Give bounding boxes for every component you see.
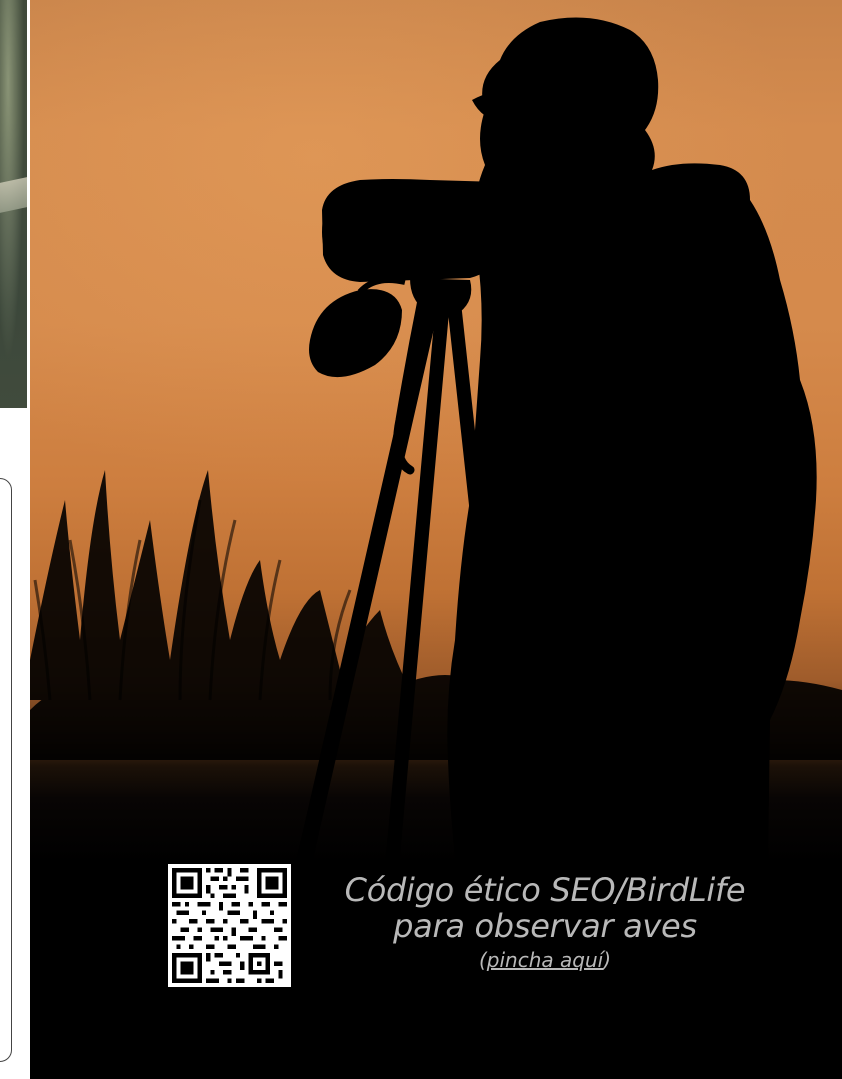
link-paren-close: ) — [603, 948, 612, 972]
ethics-link-line: (pincha aquí) — [310, 946, 780, 974]
ethics-code-caption: Código ético SEO/BirdLife para observar … — [310, 872, 780, 974]
link-paren-open: ( — [478, 948, 487, 972]
ethics-title-line-2: para observar aves — [393, 907, 697, 945]
ethics-credit-block: Código ético SEO/BirdLife para observar … — [30, 0, 842, 1079]
left-edge-strip — [0, 0, 30, 1079]
ethics-code-link[interactable]: pincha aquí — [487, 948, 603, 972]
aerial-photo-thumbnail[interactable] — [0, 0, 27, 408]
ethics-title-line-1: Código ético SEO/BirdLife — [344, 871, 746, 909]
qr-code-icon[interactable] — [168, 864, 291, 987]
birdwatcher-hero-image: Código ético SEO/BirdLife para observar … — [30, 0, 842, 1079]
side-card-outline — [0, 478, 12, 1062]
coastline-detail — [0, 177, 27, 213]
page: Código ético SEO/BirdLife para observar … — [0, 0, 842, 1079]
